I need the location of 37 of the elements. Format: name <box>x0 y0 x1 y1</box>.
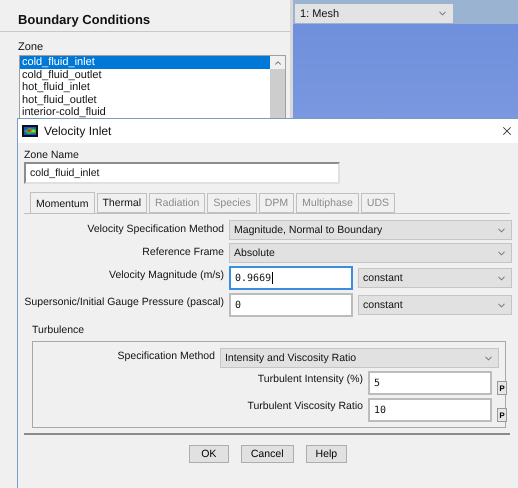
zone-item[interactable]: hot_fluid_outlet <box>20 94 270 106</box>
dialog-button[interactable]: Help <box>306 445 348 463</box>
input-field[interactable]: 10 <box>368 398 492 422</box>
zone-item[interactable]: cold_fluid_outlet <box>20 68 270 81</box>
dialog-button[interactable]: Cancel <box>240 445 294 463</box>
zone-item[interactable]: interior-cold_fluid <box>20 106 270 118</box>
zone-name-label: Zone Name <box>24 149 80 161</box>
dropdown[interactable]: Magnitude, Normal to Boundary <box>229 220 512 240</box>
zone-name-field[interactable]: cold_fluid_inlet <box>24 162 340 184</box>
profile-dropdown[interactable]: constant <box>358 295 512 315</box>
dropdown[interactable]: Absolute <box>229 243 512 263</box>
field-label: Reference Frame <box>141 245 224 258</box>
tab[interactable]: Momentum <box>30 192 95 213</box>
dialog-title: Velocity Inlet <box>44 124 112 138</box>
zone-item[interactable]: cold_fluid_inlet <box>20 56 270 68</box>
close-icon[interactable] <box>500 124 514 138</box>
profile-dropdown[interactable]: constant <box>358 268 512 288</box>
tab[interactable]: Thermal <box>96 193 148 213</box>
field-label: Turbulent Intensity (%) <box>256 372 363 385</box>
input-field[interactable]: 0 <box>229 293 353 317</box>
field-label: Turbulent Viscosity Ratio <box>246 399 363 412</box>
input-field[interactable]: 5 <box>368 371 492 395</box>
dropdown[interactable]: Intensity and Viscosity Ratio <box>220 348 499 368</box>
parameter-button[interactable]: P <box>497 381 507 395</box>
zone-item[interactable]: hot_fluid_inlet <box>20 81 270 94</box>
field-label: Supersonic/Initial Gauge Pressure (pascal) <box>24 295 224 308</box>
app-icon <box>22 125 38 137</box>
zone-label: Zone <box>17 40 44 55</box>
input-field[interactable]: 0.9669 <box>229 266 353 290</box>
field-label: Specification Method <box>116 349 215 362</box>
parameter-button[interactable]: P <box>497 408 507 422</box>
field-label: Velocity Magnitude (m/s) <box>108 268 224 281</box>
dialog-button[interactable]: OK <box>188 445 229 463</box>
group-title: Turbulence <box>32 324 86 336</box>
panel-title: Boundary Conditions <box>0 0 290 32</box>
view-dropdown[interactable]: 1: Mesh <box>295 4 453 23</box>
field-label: Velocity Specification Method <box>86 222 224 235</box>
